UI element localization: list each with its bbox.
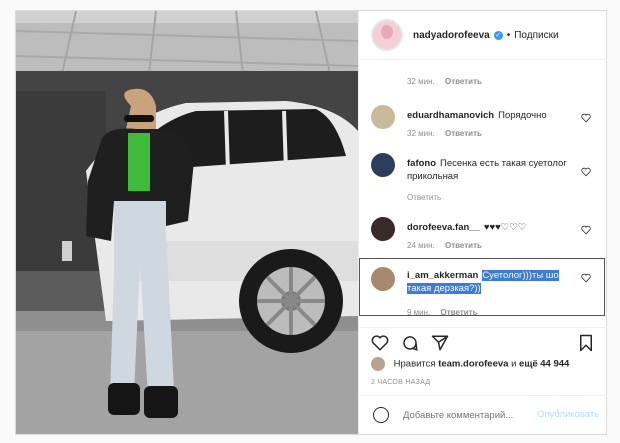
commenter-username[interactable]: dorofeeva.fan__ <box>407 222 480 233</box>
comment-time: 32 мин. <box>407 77 435 86</box>
comment-text: dorofeeva.fan__ ♥♥♥♡♡♡ <box>407 221 577 234</box>
reply-link[interactable]: Ответить <box>445 77 482 86</box>
reply-link[interactable]: Ответить <box>407 193 441 202</box>
comment-time: 24 мин. <box>407 241 435 250</box>
commenter-avatar[interactable] <box>371 153 395 177</box>
share-send-icon[interactable] <box>431 334 449 352</box>
commenter-avatar[interactable] <box>371 217 395 241</box>
post-action-bar <box>359 327 607 358</box>
comment-text: fafono Песенка есть такая суетолог прикол… <box>407 157 577 183</box>
comment-meta: Ответить <box>407 193 441 202</box>
comment-text: eduardhamanovich Порядочно <box>407 109 577 122</box>
comment-body: Порядочно <box>498 110 547 121</box>
post-header: nadyadorofeeva ✓ • Подписки <box>359 11 607 60</box>
comment-meta: 32 мин. Ответить <box>407 129 482 138</box>
verified-badge-icon: ✓ <box>493 30 503 40</box>
reply-link[interactable]: Ответить <box>445 241 482 250</box>
comment-time: 9 мин. <box>407 308 431 317</box>
separator-dot: • <box>506 29 511 41</box>
comment-time: 32 мин. <box>407 129 435 138</box>
post-card: nadyadorofeeva ✓ • Подписки 32 мин. Отве… <box>15 10 607 435</box>
author-avatar[interactable] <box>371 19 403 51</box>
save-bookmark-icon[interactable] <box>577 334 595 352</box>
likes-and: и <box>511 358 517 370</box>
like-comment-heart-icon[interactable] <box>581 167 591 177</box>
commenter-avatar[interactable] <box>371 105 395 129</box>
author-username[interactable]: nadyadorofeeva <box>413 30 490 41</box>
following-button[interactable]: Подписки <box>514 30 558 41</box>
post-side-panel: nadyadorofeeva ✓ • Подписки 32 мин. Отве… <box>358 11 607 434</box>
publish-button[interactable]: Опубликовать <box>537 409 599 420</box>
comment-meta: 24 мин. Ответить <box>407 241 482 250</box>
likes-prefix: Нравится <box>393 358 436 370</box>
like-comment-heart-icon[interactable] <box>581 273 591 283</box>
like-comment-heart-icon[interactable] <box>581 225 591 235</box>
liker-username[interactable]: team.dorofeeva <box>438 359 508 370</box>
like-heart-icon[interactable] <box>371 334 389 352</box>
photo-illustration <box>16 11 358 434</box>
comments-list[interactable]: 32 мин. Ответить eduardhamanovich Порядоч… <box>359 59 607 329</box>
liker-avatar[interactable] <box>371 357 385 371</box>
add-comment-bar: Опубликовать <box>359 395 607 434</box>
comment-meta: 9 мин. Ответить <box>407 308 477 317</box>
commenter-username[interactable]: eduardhamanovich <box>407 110 494 121</box>
comment-input[interactable] <box>403 405 523 425</box>
post-timestamp[interactable]: 2 ЧАСОВ НАЗАД <box>371 379 430 386</box>
commenter-username[interactable]: i_am_akkerman <box>407 270 478 281</box>
reply-link[interactable]: Ответить <box>441 308 478 317</box>
comment-body: ♥♥♥♡♡♡ <box>483 222 527 233</box>
likes-summary: Нравится team.dorofeeva и ещё 44 944 <box>371 357 569 371</box>
post-photo[interactable] <box>16 11 358 434</box>
comment-meta: 32 мин. Ответить <box>407 77 482 86</box>
commenter-username[interactable]: fafono <box>407 158 436 169</box>
comment-text: i_am_akkerman Суетолог)))ты шо такая дерз… <box>407 269 577 295</box>
comment-bubble-icon[interactable] <box>401 334 419 352</box>
likes-count[interactable]: ещё 44 944 <box>519 359 569 370</box>
emoji-smiley-icon[interactable] <box>373 407 389 423</box>
commenter-avatar[interactable] <box>371 267 395 291</box>
reply-link[interactable]: Ответить <box>445 129 482 138</box>
like-comment-heart-icon[interactable] <box>581 113 591 123</box>
